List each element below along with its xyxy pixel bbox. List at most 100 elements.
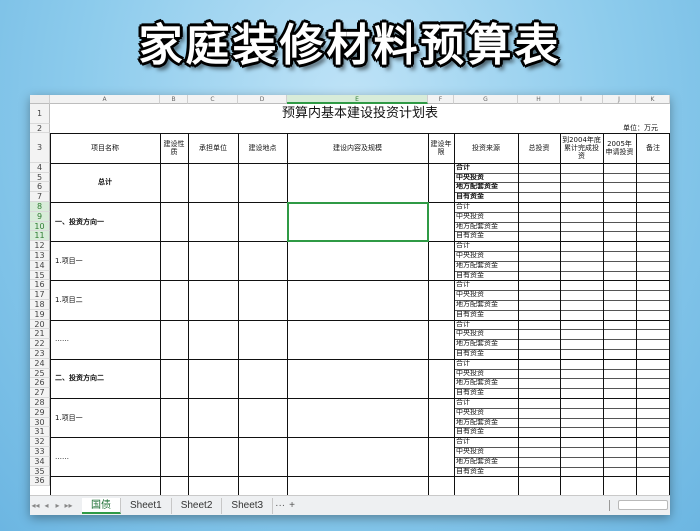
row-header-35[interactable]: 35 — [30, 466, 50, 477]
row-header-32[interactable]: 32 — [30, 437, 50, 447]
grid-line — [454, 231, 670, 233]
grid-line — [454, 182, 670, 184]
row-header-16[interactable]: 16 — [30, 280, 50, 291]
row-header-8[interactable]: 8 — [30, 202, 50, 212]
row-header-2[interactable]: 2 — [30, 123, 50, 134]
row-header-3[interactable]: 3 — [30, 133, 50, 163]
tab-sheet3[interactable]: Sheet3 — [222, 497, 274, 514]
divider — [609, 500, 610, 511]
grid-line — [454, 339, 670, 341]
sheet-grid[interactable]: A B C D E F G H I J K 1 2 3 4 5 6 7 8 9 10 11 12 13 14 15 16 17 18 19… — [30, 95, 670, 495]
column-header-a[interactable]: A — [50, 95, 160, 104]
grid-line — [454, 417, 670, 419]
project-name-cell: 二、投资方向二 — [55, 374, 104, 383]
row-header-22[interactable]: 22 — [30, 339, 50, 349]
row-header-27[interactable]: 27 — [30, 388, 50, 398]
row-header-15[interactable]: 15 — [30, 270, 50, 281]
grid-line — [518, 133, 519, 495]
row-header-17[interactable]: 17 — [30, 290, 50, 300]
tab-sheet2[interactable]: Sheet2 — [172, 497, 223, 514]
row-header-23[interactable]: 23 — [30, 349, 50, 359]
row-header-31[interactable]: 31 — [30, 427, 50, 438]
row-header-26[interactable]: 26 — [30, 378, 50, 389]
column-header-d[interactable]: D — [238, 95, 287, 104]
header-cell-7: 总投资 — [528, 144, 550, 153]
investment-source-cell: 合计 — [456, 319, 470, 328]
grid-line — [454, 349, 670, 350]
column-header-f[interactable]: F — [428, 95, 454, 104]
column-header-k[interactable]: K — [636, 95, 670, 104]
row-header-25[interactable]: 25 — [30, 368, 50, 379]
grid-line — [287, 133, 288, 495]
row-header-10[interactable]: 10 — [30, 221, 50, 232]
row-header-7[interactable]: 7 — [30, 192, 50, 202]
header-cell-2: 承担单位 — [199, 144, 227, 153]
column-header-j[interactable]: J — [603, 95, 636, 104]
tab-guozhai[interactable]: 国债 — [82, 497, 121, 514]
row-header-1[interactable]: 1 — [30, 104, 50, 124]
row-header-18[interactable]: 18 — [30, 300, 50, 310]
investment-source-cell: 中央投资 — [456, 251, 484, 259]
header-cell-9: 2005年申请投资 — [605, 140, 634, 157]
investment-source-cell: 中央投资 — [456, 172, 484, 181]
grid-line — [454, 388, 670, 390]
investment-source-cell: 自有资金 — [456, 427, 484, 436]
investment-source-cell: 自有资金 — [456, 466, 484, 475]
investment-source-cell: 自有资金 — [456, 349, 484, 357]
row-header-33[interactable]: 33 — [30, 447, 50, 457]
investment-source-cell: 自有资金 — [456, 231, 484, 240]
grid-line — [454, 378, 670, 380]
unit-label: 单位：万元 — [623, 123, 658, 132]
row-header-21[interactable]: 21 — [30, 329, 50, 340]
row-header-28[interactable]: 28 — [30, 398, 50, 408]
row-header-36[interactable]: 36 — [30, 476, 50, 487]
row-header-4[interactable]: 4 — [30, 162, 50, 173]
column-header-b[interactable]: B — [160, 95, 188, 104]
row-header-5[interactable]: 5 — [30, 172, 50, 183]
header-cell-6: 投资来源 — [472, 144, 500, 153]
row-header-29[interactable]: 29 — [30, 407, 50, 418]
next-sheet-icon[interactable]: ▸ — [52, 501, 63, 510]
prev-sheet-icon[interactable]: ◂ — [41, 501, 52, 510]
row-header-11[interactable]: 11 — [30, 231, 50, 242]
column-header-h[interactable]: H — [518, 95, 560, 104]
last-sheet-icon[interactable]: ▸▸ — [63, 501, 74, 510]
row-header-34[interactable]: 34 — [30, 456, 50, 467]
investment-source-cell: 自有资金 — [456, 192, 484, 201]
column-header-c[interactable]: C — [188, 95, 238, 104]
row-header-12[interactable]: 12 — [30, 241, 50, 251]
grid-line — [50, 133, 51, 495]
investment-source-cell: 地方配套资金 — [456, 221, 498, 230]
grid-line — [454, 192, 670, 194]
cell-selection[interactable] — [287, 202, 429, 243]
select-all-corner[interactable] — [30, 95, 50, 104]
tab-sheet1[interactable]: Sheet1 — [121, 497, 172, 514]
project-name-cell: 一、投资方向一 — [55, 217, 104, 226]
row-header-30[interactable]: 30 — [30, 417, 50, 428]
header-cell-5: 建设年限 — [430, 140, 452, 157]
grid-line — [454, 270, 670, 272]
investment-source-cell: 地方配套资金 — [456, 339, 498, 348]
row-header-13[interactable]: 13 — [30, 251, 50, 261]
column-header-g[interactable]: G — [454, 95, 518, 104]
investment-source-cell: 地方配套资金 — [456, 300, 498, 308]
grid-line — [454, 329, 670, 331]
investment-source-cell: 合计 — [456, 437, 470, 446]
row-header-20[interactable]: 20 — [30, 319, 50, 330]
column-header-e[interactable]: E — [287, 95, 428, 104]
first-sheet-icon[interactable]: ◂◂ — [30, 501, 41, 510]
add-sheet-icon[interactable]: + — [287, 500, 297, 511]
project-name-cell: 总计 — [98, 178, 112, 187]
sheet-tab-bar: ◂◂ ◂ ▸ ▸▸ 国债 Sheet1 Sheet2 Sheet3 ··· + — [30, 495, 670, 515]
column-header-i[interactable]: I — [560, 95, 603, 104]
row-header-14[interactable]: 14 — [30, 260, 50, 271]
row-header-6[interactable]: 6 — [30, 182, 50, 193]
header-cell-4: 建设内容及规模 — [333, 144, 382, 153]
grid-line — [50, 319, 670, 321]
row-header-9[interactable]: 9 — [30, 211, 50, 222]
row-header-24[interactable]: 24 — [30, 358, 50, 369]
row-header-19[interactable]: 19 — [30, 309, 50, 320]
more-sheets-icon[interactable]: ··· — [273, 500, 287, 511]
horizontal-scrollbar[interactable] — [618, 500, 668, 510]
grid-line — [454, 133, 455, 495]
